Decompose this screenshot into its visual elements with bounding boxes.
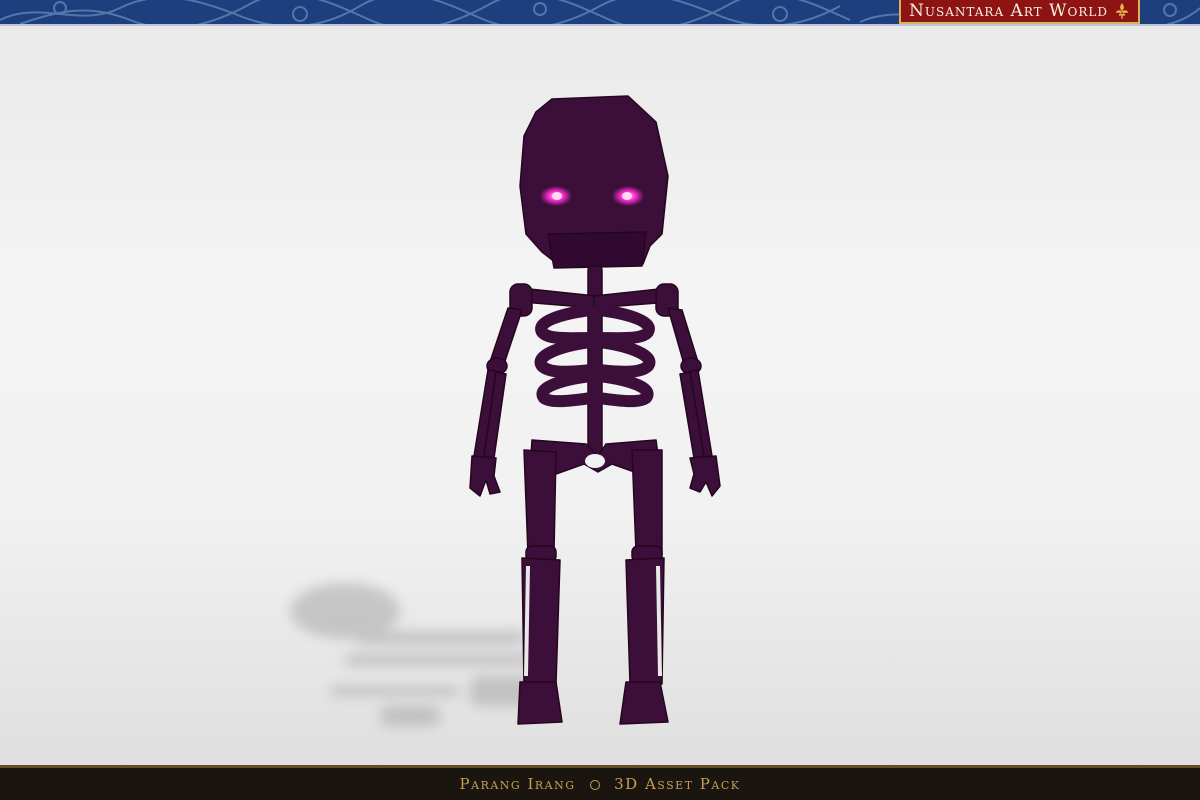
footer-title-left: Parang Irang [459,775,576,793]
footer-title: Parang Irang 3D Asset Pack [460,775,741,793]
fleur-de-lis-icon [1116,3,1128,19]
brand-label: Nusantara Art World [909,1,1108,21]
brand-badge: Nusantara Art World [899,0,1140,24]
floor-shadow [290,583,545,726]
shins [521,557,665,685]
footer-title-right: 3D Asset Pack [614,775,741,793]
top-banner: Nusantara Art World [0,0,1200,26]
skull [519,95,669,269]
skeleton-model [290,95,721,726]
model-viewport[interactable] [0,26,1200,768]
footer-bar: Parang Irang 3D Asset Pack [0,765,1200,800]
circle-separator-icon [589,780,600,790]
viewer-frame: Nusantara Art World Parang Irang 3D Asse… [0,0,1200,800]
feet [517,681,669,725]
